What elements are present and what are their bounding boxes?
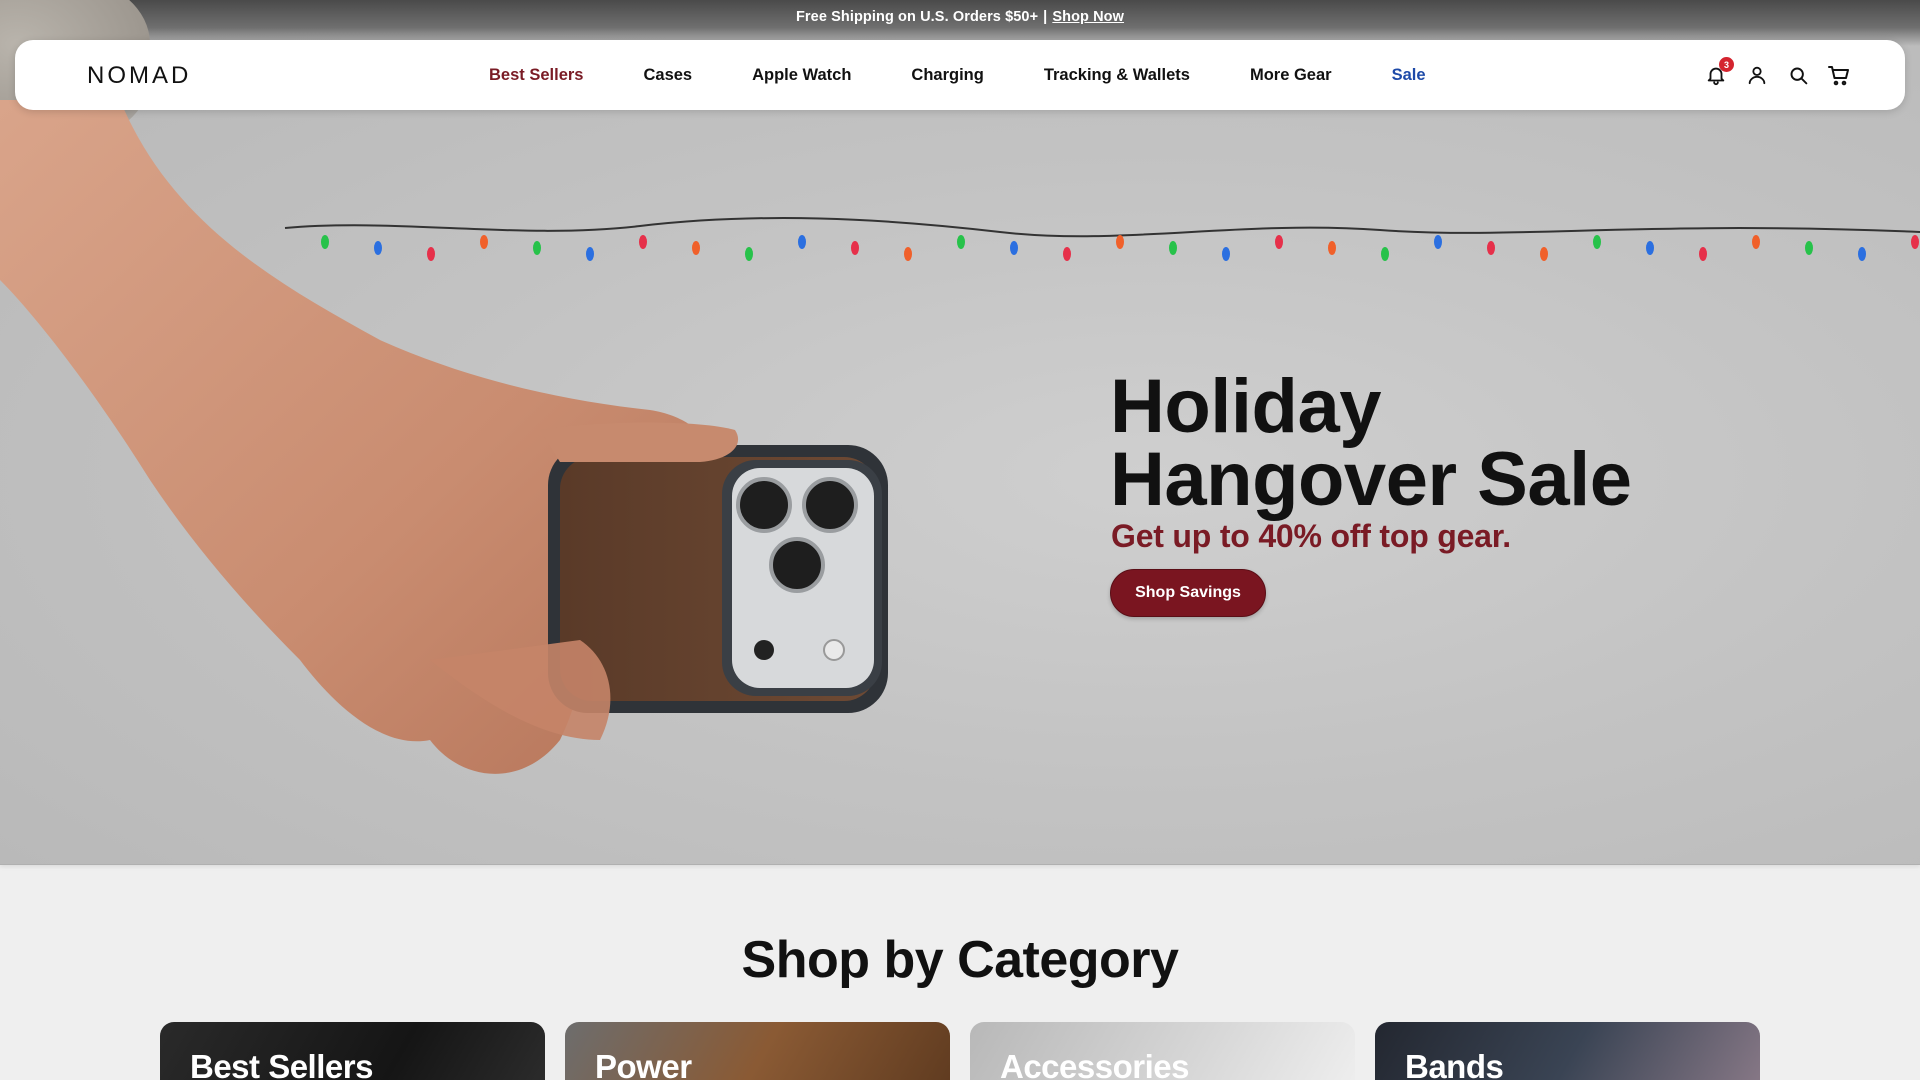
shop-savings-button[interactable]: Shop Savings — [1110, 569, 1266, 617]
light-bulb — [1275, 235, 1283, 249]
shop-now-link[interactable]: Shop Now — [1052, 9, 1124, 25]
light-bulb — [1540, 247, 1548, 261]
category-label: Bands — [1405, 1048, 1504, 1080]
light-bulb — [1063, 247, 1071, 261]
cart-icon — [1828, 66, 1849, 86]
hand-holding-phone-image — [0, 100, 888, 774]
category-label: Accessories — [1000, 1048, 1189, 1080]
nomad-logo[interactable]: NOMAD — [87, 62, 191, 90]
search-button[interactable] — [1784, 61, 1812, 89]
light-bulb — [1911, 235, 1919, 249]
announcement-text: Free Shipping on U.S. Orders $50+ — [795, 9, 1039, 25]
notification-badge: 3 — [1719, 57, 1734, 72]
search-icon — [1790, 67, 1807, 84]
category-card-power[interactable]: Power — [565, 1022, 950, 1080]
category-card-best-sellers[interactable]: Best Sellers — [160, 1022, 545, 1080]
announcement-separator: | — [1043, 9, 1048, 25]
light-bulb — [1805, 241, 1813, 255]
nav-sale[interactable]: Sale — [1392, 66, 1426, 85]
hero-banner: Holiday Hangover Sale Get up to 40% off … — [0, 0, 1920, 865]
main-nav: Best Sellers Cases Apple Watch Charging … — [489, 40, 1426, 110]
notifications-button[interactable]: 3 — [1702, 57, 1734, 89]
light-bulb — [1858, 247, 1866, 261]
light-bulb — [1381, 247, 1389, 261]
category-row: Best Sellers Power Accessories Bands — [160, 1022, 1760, 1080]
hero-subtitle: Get up to 40% off top gear. — [1111, 518, 1511, 554]
light-bulb — [957, 235, 965, 249]
category-card-bands[interactable]: Bands — [1375, 1022, 1760, 1080]
nav-cases[interactable]: Cases — [643, 66, 692, 85]
nav-charging[interactable]: Charging — [911, 66, 983, 85]
light-bulb — [1010, 241, 1018, 255]
light-bulb — [1646, 241, 1654, 255]
nav-more-gear[interactable]: More Gear — [1250, 66, 1332, 85]
light-bulb — [1222, 247, 1230, 261]
light-bulb — [1169, 241, 1177, 255]
light-bulb — [1434, 235, 1442, 249]
site-header: NOMAD Best Sellers Cases Apple Watch Cha… — [15, 40, 1905, 110]
announcement-bar: Free Shipping on U.S. Orders $50+ | Shop… — [0, 0, 1920, 34]
light-bulb — [1116, 235, 1124, 249]
account-button[interactable] — [1743, 61, 1771, 89]
nav-best-sellers[interactable]: Best Sellers — [489, 66, 583, 85]
nav-tracking-wallets[interactable]: Tracking & Wallets — [1044, 66, 1190, 85]
shop-by-category-title: Shop by Category — [741, 931, 1179, 989]
category-label: Best Sellers — [190, 1048, 373, 1080]
nav-apple-watch[interactable]: Apple Watch — [752, 66, 851, 85]
header-icons: 3 — [1689, 40, 1853, 110]
light-bulb — [1752, 235, 1760, 249]
light-bulb — [1328, 241, 1336, 255]
hero-title-line-2: Hangover Sale — [1110, 437, 1632, 522]
light-bulb — [1699, 247, 1707, 261]
category-label: Power — [595, 1048, 692, 1080]
account-icon — [1748, 66, 1766, 85]
cart-button[interactable] — [1825, 61, 1853, 89]
category-card-accessories[interactable]: Accessories — [970, 1022, 1355, 1080]
light-bulb — [1487, 241, 1495, 255]
light-bulb — [1593, 235, 1601, 249]
hero-title: Holiday Hangover Sale — [1110, 369, 1810, 518]
